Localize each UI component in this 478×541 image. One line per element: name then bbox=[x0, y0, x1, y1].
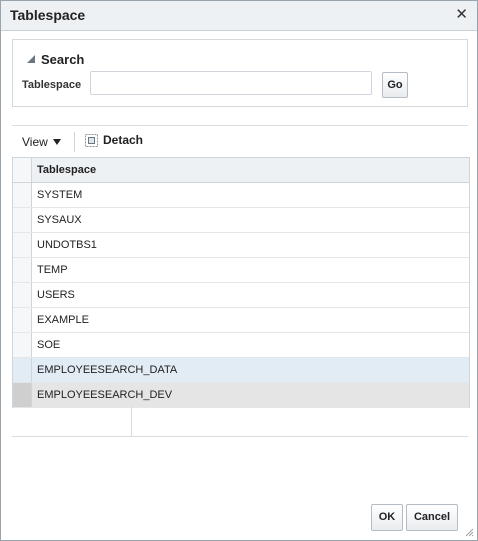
search-header[interactable]: Search bbox=[27, 52, 84, 67]
dialog-titlebar: Tablespace ✕ bbox=[1, 1, 477, 31]
detach-icon bbox=[85, 134, 98, 147]
row-stub bbox=[13, 308, 32, 332]
go-button[interactable]: Go bbox=[382, 72, 408, 98]
ok-button[interactable]: OK bbox=[371, 504, 403, 531]
table-cell: SYSTEM bbox=[37, 189, 83, 201]
table-cell: TEMP bbox=[37, 264, 68, 276]
table-row[interactable]: SYSAUX bbox=[13, 208, 469, 233]
table-row[interactable]: SOE bbox=[13, 333, 469, 358]
search-heading: Search bbox=[41, 52, 85, 67]
column-header-tablespace[interactable]: Tablespace bbox=[32, 158, 469, 182]
table-cell: EMPLOYEESEARCH_DATA bbox=[37, 364, 178, 376]
row-stub bbox=[13, 283, 32, 307]
table-row-selected[interactable]: EMPLOYEESEARCH_DEV bbox=[13, 383, 469, 408]
detach-button[interactable]: Detach bbox=[85, 133, 143, 147]
resize-grip-icon[interactable] bbox=[464, 527, 474, 537]
cancel-button[interactable]: Cancel bbox=[406, 504, 458, 531]
tablespace-field-label: Tablespace bbox=[22, 79, 82, 91]
dialog-title: Tablespace bbox=[10, 7, 86, 23]
row-stub bbox=[13, 333, 32, 357]
row-stub bbox=[13, 233, 32, 257]
divider bbox=[12, 125, 468, 126]
view-menu-button[interactable]: View bbox=[22, 135, 61, 149]
table-cell: EXAMPLE bbox=[37, 314, 89, 326]
detach-label: Detach bbox=[103, 133, 144, 147]
table-row[interactable]: UNDOTBS1 bbox=[13, 233, 469, 258]
toolbar-separator bbox=[74, 132, 75, 152]
row-stub bbox=[13, 358, 32, 382]
tablespace-dialog: Tablespace ✕ Search Tablespace Go View D… bbox=[0, 0, 478, 541]
table-row[interactable]: SYSTEM bbox=[13, 183, 469, 208]
table-cell: EMPLOYEESEARCH_DEV bbox=[37, 389, 173, 401]
row-stub bbox=[13, 383, 32, 407]
table-cell: SOE bbox=[37, 339, 61, 351]
tablespace-table: Tablespace SYSTEM SYSAUX UNDOTBS1 TEMP U… bbox=[12, 157, 470, 408]
row-stub bbox=[13, 258, 32, 282]
table-cell: USERS bbox=[37, 289, 75, 301]
footer-divider bbox=[131, 406, 132, 436]
header-stub bbox=[13, 158, 32, 182]
table-row-hovered[interactable]: EMPLOYEESEARCH_DATA bbox=[13, 358, 469, 383]
close-icon[interactable]: ✕ bbox=[455, 6, 468, 24]
table-row[interactable]: TEMP bbox=[13, 258, 469, 283]
table-header-row: Tablespace bbox=[13, 158, 469, 183]
table-row[interactable]: USERS bbox=[13, 283, 469, 308]
table-toolbar: View Detach bbox=[12, 127, 468, 155]
row-stub bbox=[13, 208, 32, 232]
table-cell: SYSAUX bbox=[37, 214, 82, 226]
caret-down-icon bbox=[52, 139, 61, 145]
table-footer bbox=[12, 406, 468, 437]
table-row[interactable]: EXAMPLE bbox=[13, 308, 469, 333]
row-stub bbox=[13, 183, 32, 207]
collapse-triangle-icon[interactable] bbox=[27, 55, 35, 63]
view-menu-label: View bbox=[22, 135, 48, 149]
table-cell: UNDOTBS1 bbox=[37, 239, 97, 251]
tablespace-search-input[interactable] bbox=[90, 71, 372, 95]
search-panel: Search Tablespace Go bbox=[12, 39, 468, 107]
